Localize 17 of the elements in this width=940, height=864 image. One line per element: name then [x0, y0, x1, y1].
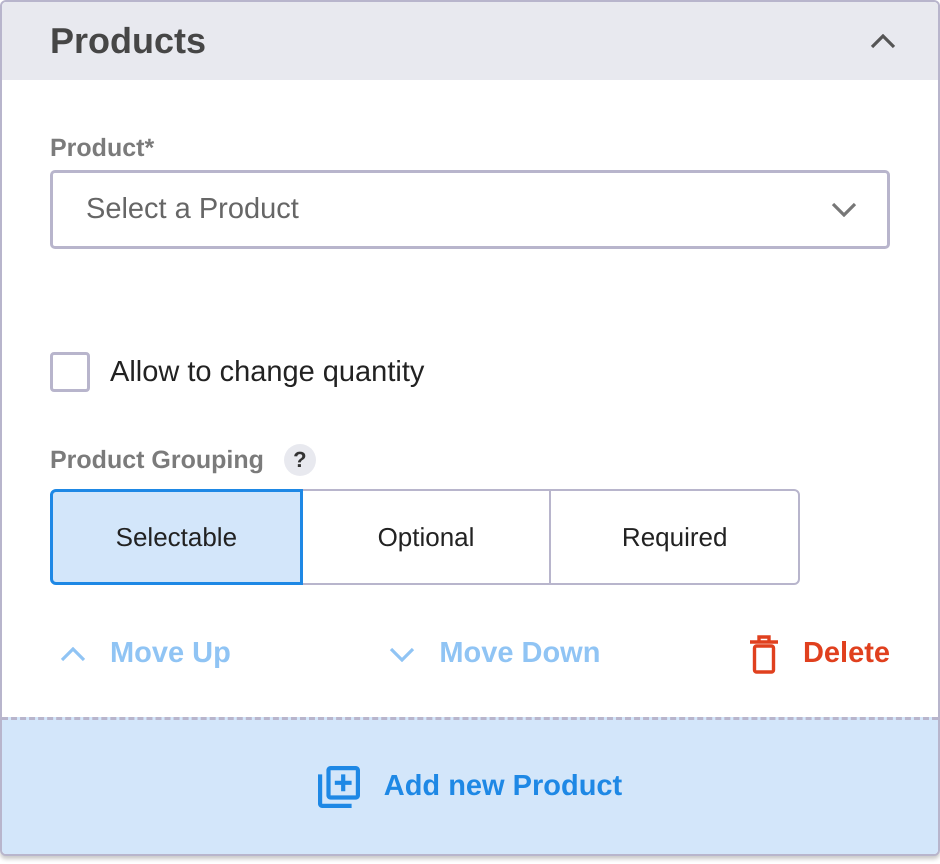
chevron-up-icon	[60, 646, 86, 662]
field-label: Product*	[50, 134, 154, 162]
stacked-squares-plus-icon	[318, 766, 360, 808]
field-label: Product Grouping	[50, 446, 264, 474]
grouping-option[interactable]: Required	[549, 489, 800, 585]
checkbox[interactable]	[50, 352, 90, 392]
trash-icon	[748, 634, 779, 674]
help-button[interactable]: ?	[284, 444, 316, 476]
grouping-option[interactable]: Optional	[300, 489, 552, 585]
grouping-option[interactable]: Selectable	[50, 489, 303, 585]
product-select[interactable]: Select a Product	[50, 170, 890, 249]
delete-button[interactable]: Delete	[748, 632, 890, 676]
chevron-down-icon	[389, 646, 416, 662]
collapse-chevron-icon[interactable]	[870, 34, 896, 48]
checkbox-label: Allow to change quantity	[110, 355, 424, 390]
panel-title: Products	[50, 19, 206, 63]
chevron-down-icon	[831, 202, 857, 217]
